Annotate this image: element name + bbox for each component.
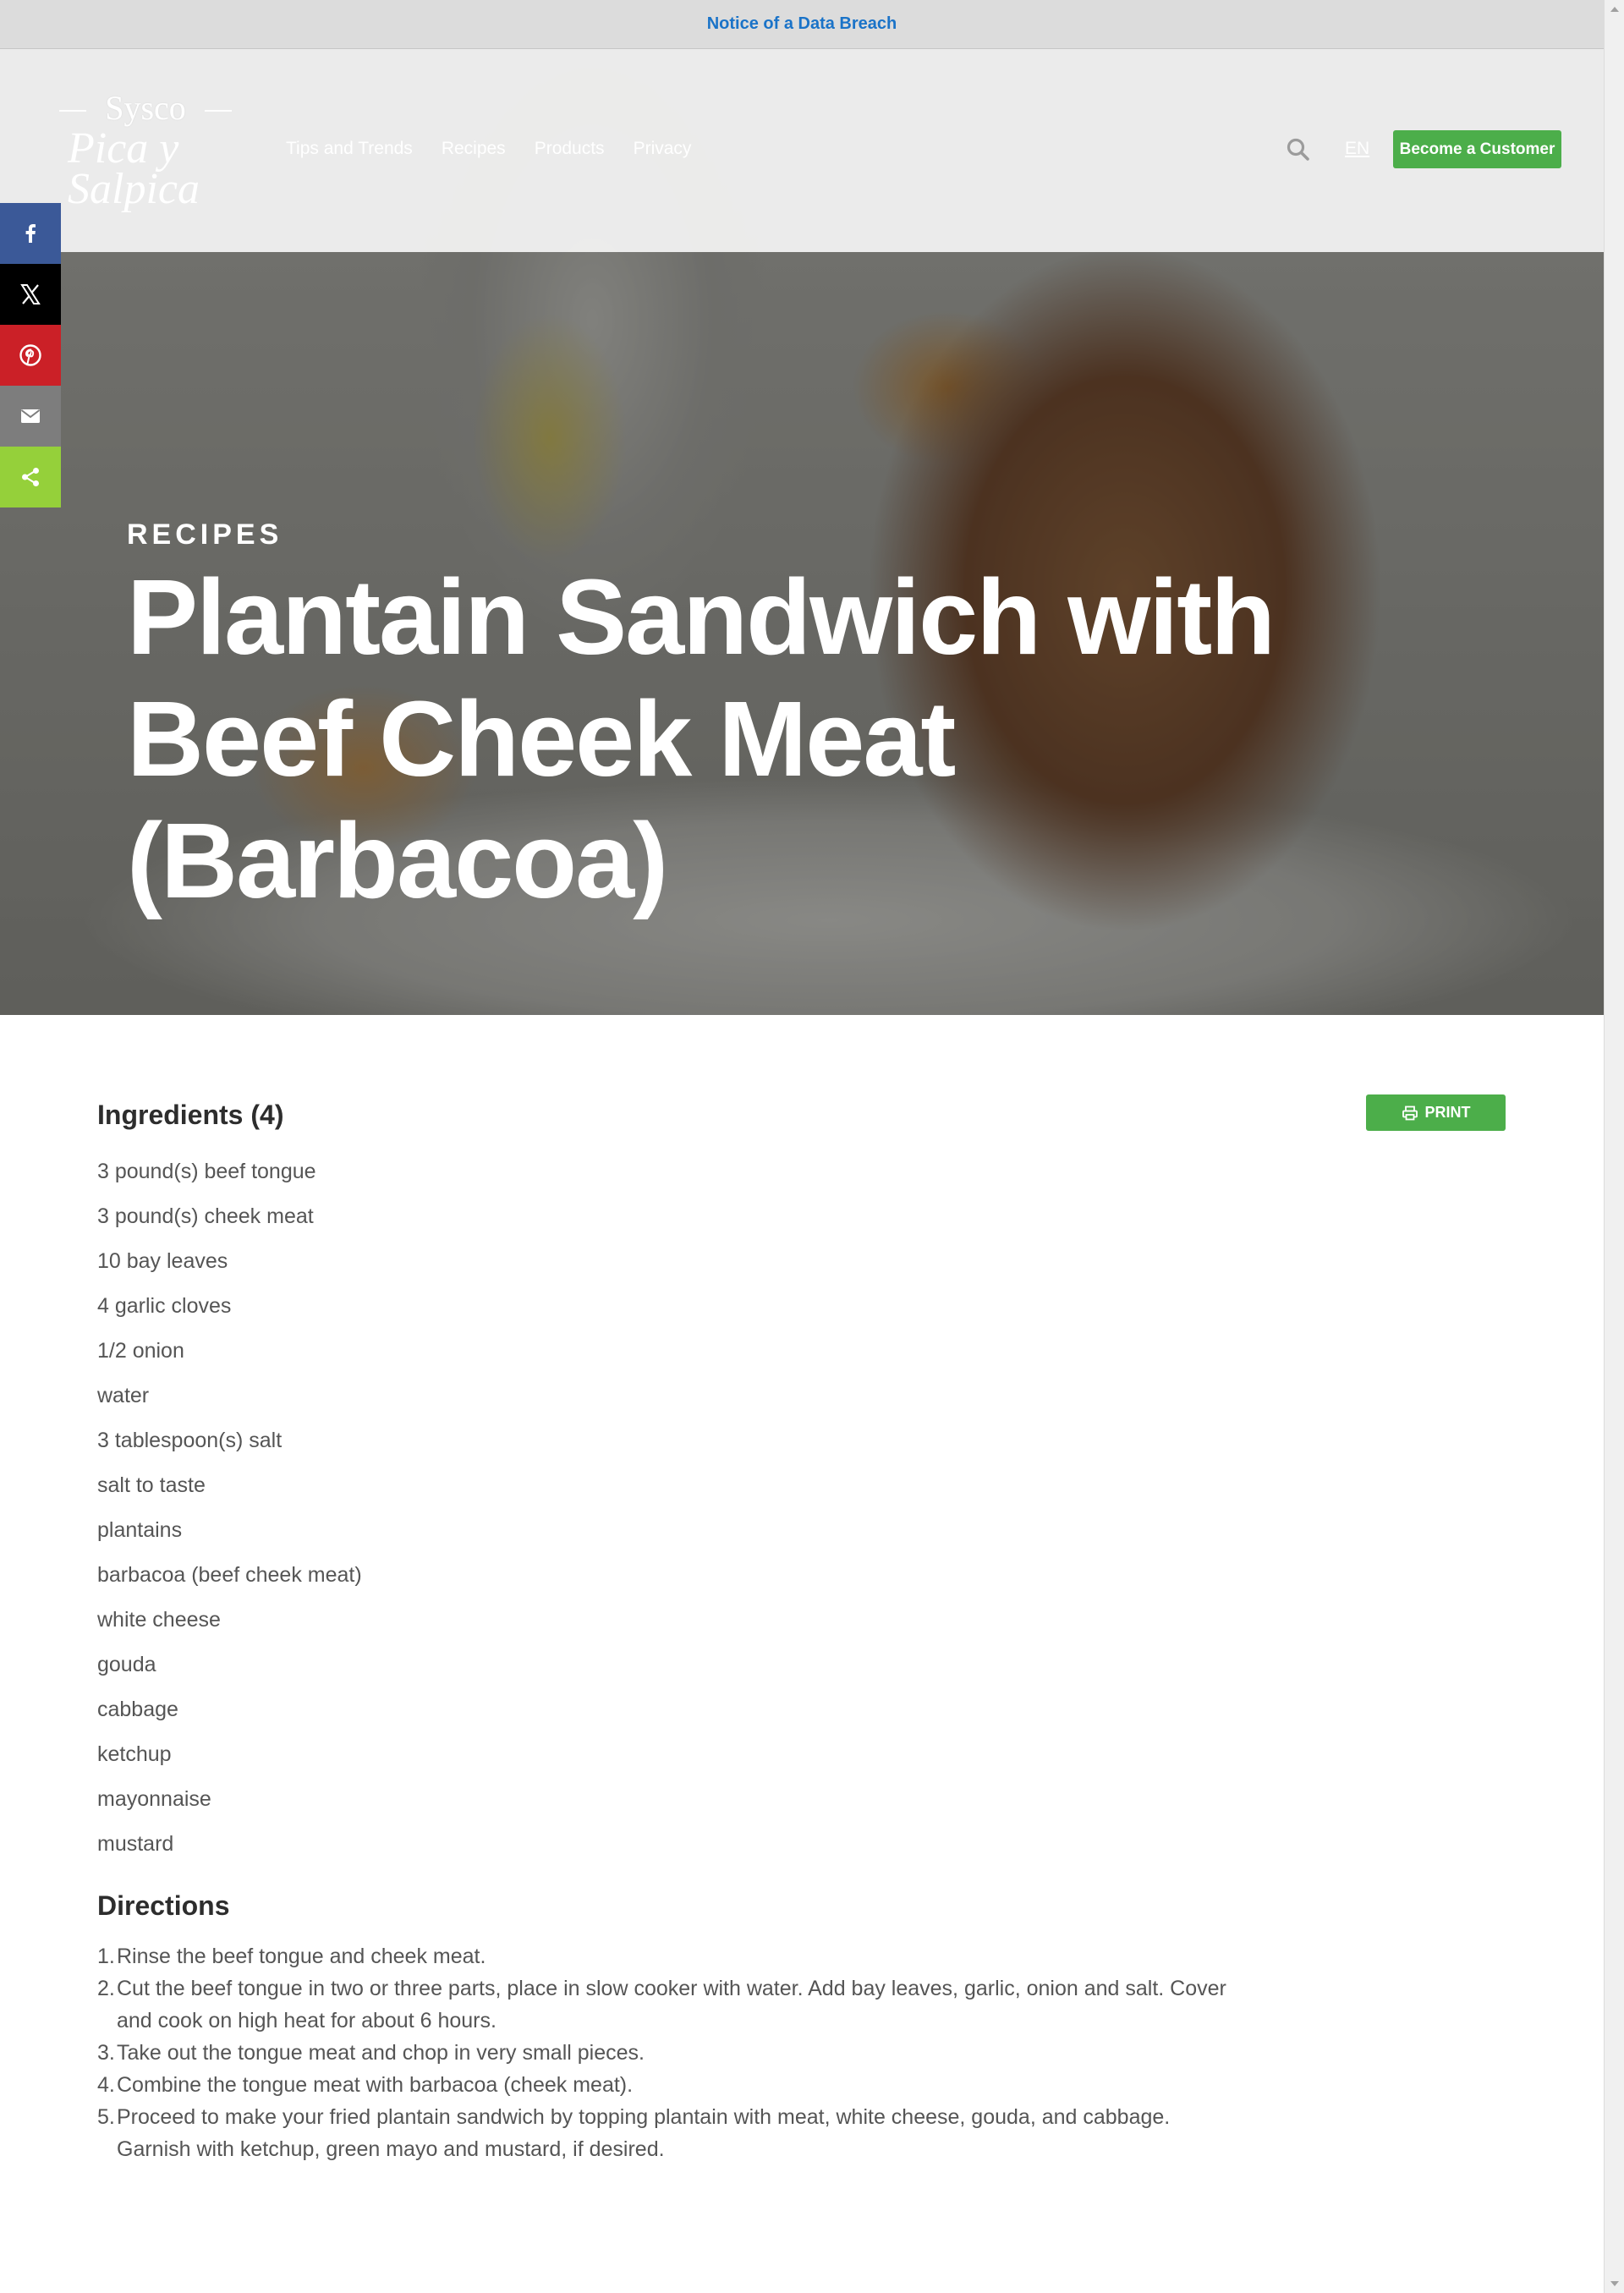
pinterest-icon bbox=[19, 344, 41, 366]
share-icon bbox=[22, 468, 39, 486]
ingredient-item: 10 bay leaves bbox=[97, 1249, 228, 1273]
ingredient-item: mayonnaise bbox=[97, 1787, 211, 1811]
site-header: Sysco Pica y Salpica Tips and Trends Rec… bbox=[0, 49, 1604, 252]
step-number: 1. bbox=[97, 1945, 115, 1968]
ingredient-item: 4 garlic cloves bbox=[97, 1294, 232, 1318]
hero-category: RECIPES bbox=[127, 518, 283, 551]
ingredient-item: 3 pound(s) cheek meat bbox=[97, 1204, 314, 1228]
share-facebook-button[interactable] bbox=[0, 203, 61, 264]
share-x-button[interactable] bbox=[0, 264, 61, 325]
direction-step: 1. Rinse the beef tongue and cheek meat. bbox=[97, 1940, 1248, 1972]
language-switch[interactable]: EN bbox=[1345, 139, 1369, 159]
share-email-button[interactable] bbox=[0, 386, 61, 447]
ingredient-item: barbacoa (beef cheek meat) bbox=[97, 1563, 362, 1587]
step-text: Take out the tongue meat and chop in ver… bbox=[117, 2041, 645, 2065]
ingredient-item: cabbage bbox=[97, 1698, 178, 1721]
site-logo[interactable]: Sysco Pica y Salpica bbox=[52, 88, 247, 215]
print-button[interactable]: PRINT bbox=[1366, 1094, 1506, 1131]
direction-step: 5. Proceed to make your fried plantain sa… bbox=[97, 2101, 1248, 2165]
ingredient-item: 3 tablespoon(s) salt bbox=[97, 1429, 283, 1452]
notice-bar: Notice of a Data Breach bbox=[0, 0, 1604, 49]
share-pinterest-button[interactable] bbox=[0, 325, 61, 386]
logo-rule bbox=[205, 110, 232, 112]
nav-item-privacy[interactable]: Privacy bbox=[634, 139, 692, 159]
hero-content: RECIPES Plantain Sandwich with Beef Chee… bbox=[127, 518, 1480, 922]
ingredient-item: mustard bbox=[97, 1832, 174, 1856]
x-icon bbox=[20, 284, 41, 304]
step-number: 4. bbox=[97, 2073, 115, 2097]
page-scrollbar[interactable] bbox=[1604, 0, 1624, 2293]
social-share-bar bbox=[0, 203, 61, 507]
ingredient-item: ketchup bbox=[97, 1742, 172, 1766]
search-icon[interactable] bbox=[1286, 137, 1311, 162]
ingredient-item: salt to taste bbox=[97, 1473, 206, 1497]
scroll-down-icon[interactable] bbox=[1610, 2281, 1619, 2286]
share-more-button[interactable] bbox=[0, 447, 61, 507]
main-nav: Tips and Trends Recipes Products Privacy bbox=[286, 139, 691, 159]
page-title: Plantain Sandwich with Beef Cheek Meat (… bbox=[127, 557, 1276, 920]
ingredient-item: 1/2 onion bbox=[97, 1339, 184, 1363]
ingredient-item: water bbox=[97, 1384, 150, 1407]
direction-step: 3. Take out the tongue meat and chop in v… bbox=[97, 2037, 1248, 2069]
step-text: Cut the beef tongue in two or three part… bbox=[117, 1977, 1226, 2032]
step-text: Rinse the beef tongue and cheek meat. bbox=[117, 1945, 486, 1968]
become-customer-button[interactable]: Become a Customer bbox=[1393, 130, 1561, 168]
ingredient-item: white cheese bbox=[97, 1608, 221, 1632]
nav-item-products[interactable]: Products bbox=[535, 139, 605, 159]
printer-icon bbox=[1402, 1105, 1418, 1120]
step-number: 3. bbox=[97, 2041, 115, 2065]
step-text: Combine the tongue meat with barbacoa (c… bbox=[117, 2073, 634, 2097]
directions-heading: Directions bbox=[97, 1890, 230, 1921]
notice-link[interactable]: Notice of a Data Breach bbox=[707, 14, 897, 34]
logo-script-name: Pica y Salpica bbox=[68, 124, 200, 213]
direction-step: 2. Cut the beef tongue in two or three pa… bbox=[97, 1972, 1248, 2037]
ingredient-item: plantains bbox=[97, 1518, 183, 1542]
directions-list: 1. Rinse the beef tongue and cheek meat. … bbox=[97, 1940, 1248, 2165]
logo-brand-name: Sysco bbox=[105, 89, 186, 127]
facebook-icon bbox=[25, 224, 36, 243]
nav-item-tips-and-trends[interactable]: Tips and Trends bbox=[286, 139, 413, 159]
step-text: Proceed to make your fried plantain sand… bbox=[117, 2105, 1171, 2161]
recipe-content: Ingredients (4) PRINT 3 pound(s) beef to… bbox=[97, 1094, 1506, 2165]
step-number: 2. bbox=[97, 1977, 115, 2000]
ingredients-list: 3 pound(s) beef tongue 3 pound(s) cheek … bbox=[97, 1149, 1501, 1867]
direction-step: 4. Combine the tongue meat with barbacoa … bbox=[97, 2069, 1248, 2101]
step-number: 5. bbox=[97, 2105, 115, 2129]
print-button-label: PRINT bbox=[1424, 1104, 1471, 1121]
ingredient-item: gouda bbox=[97, 1653, 156, 1676]
ingredient-item: 3 pound(s) beef tongue bbox=[97, 1160, 316, 1183]
ingredients-heading: Ingredients (4) bbox=[97, 1100, 284, 1130]
scroll-up-icon[interactable] bbox=[1610, 7, 1619, 12]
email-icon bbox=[20, 409, 41, 423]
nav-item-recipes[interactable]: Recipes bbox=[442, 139, 506, 159]
